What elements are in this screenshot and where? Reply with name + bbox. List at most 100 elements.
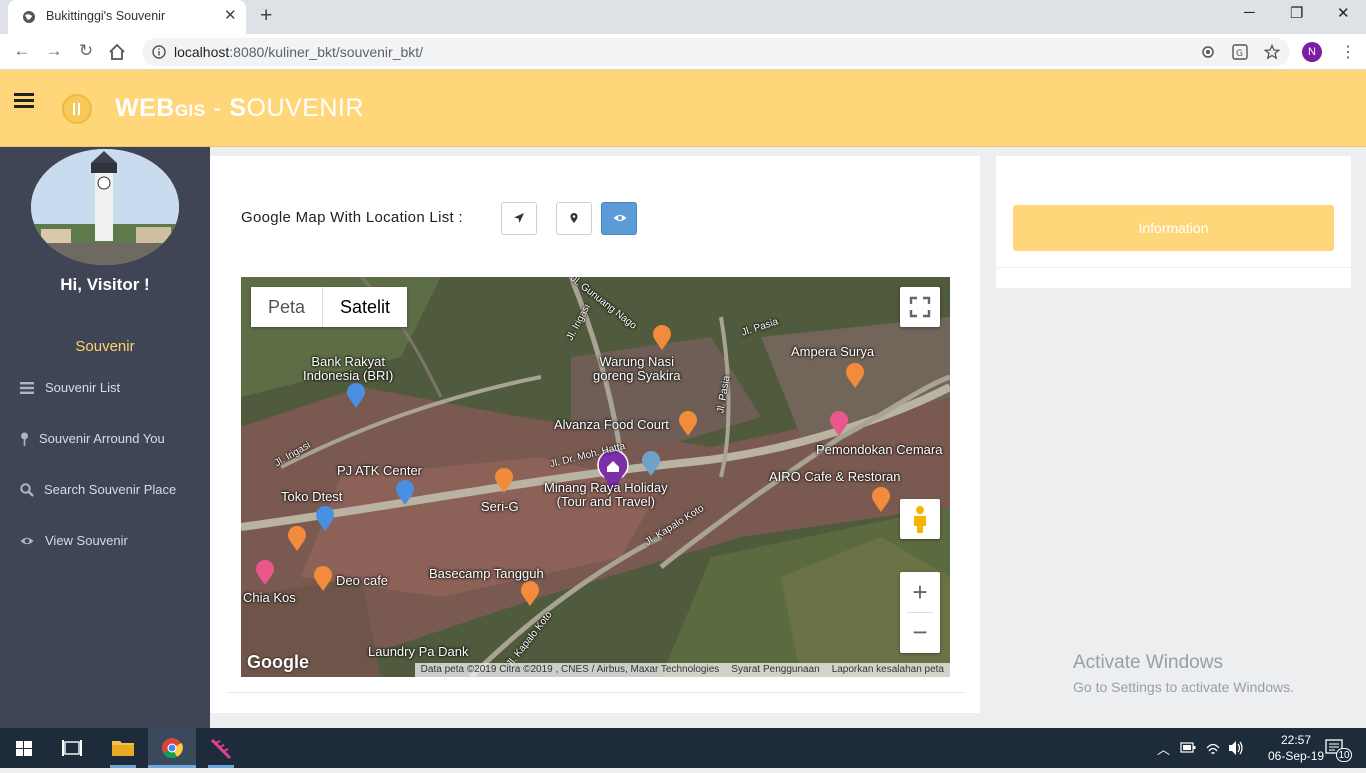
map-label-bri: Bank Rakyat Indonesia (BRI) — [303, 354, 394, 383]
map-label-deo: Deo cafe — [336, 573, 389, 588]
chrome-taskbar-item[interactable] — [148, 728, 196, 768]
map-type-control: Peta Satelit — [251, 287, 408, 327]
battery-icon[interactable] — [1180, 728, 1196, 768]
list-icon — [20, 382, 34, 394]
sidebar-item-label: Search Souvenir Place — [44, 482, 177, 497]
map-label-pemondokan: Pemondokan Cemara — [816, 442, 943, 457]
report-error-link[interactable]: Laporkan kesalahan peta — [826, 663, 950, 677]
map-type-peta[interactable]: Peta — [251, 287, 322, 327]
map-label-laundry: Laundry Pa Dank — [368, 644, 469, 659]
file-explorer-icon[interactable] — [110, 728, 136, 768]
information-button[interactable]: Information — [1013, 205, 1334, 251]
sidebar: Hi, Visitor ! Souvenir Souvenir List Sou… — [0, 147, 210, 728]
eye-icon — [613, 215, 627, 221]
wifi-icon[interactable] — [1205, 728, 1221, 768]
sidebar-item-souvenir-around[interactable]: Souvenir Arround You — [20, 429, 205, 453]
marker-button[interactable] — [556, 202, 592, 235]
info-icon[interactable] — [152, 45, 166, 59]
sidebar-item-label: Souvenir Arround You — [39, 431, 165, 446]
map-marker-icon — [570, 213, 578, 223]
system-clock[interactable]: 22:57 06-Sep-19 — [1268, 732, 1324, 764]
fullscreen-button[interactable] — [900, 287, 940, 327]
map-card: Google Map With Location List : Peta Sat… — [210, 156, 980, 713]
back-icon[interactable]: ← — [12, 41, 32, 61]
star-icon[interactable] — [1264, 44, 1280, 60]
zoom-out-button[interactable]: − — [900, 613, 940, 653]
pegman-icon — [914, 506, 926, 533]
hamburger-icon[interactable] — [14, 93, 34, 109]
close-tab-icon[interactable]: ✕ — [224, 6, 237, 24]
terms-link[interactable]: Syarat Penggunaan — [725, 663, 825, 677]
task-view-icon[interactable] — [62, 728, 82, 768]
sidebar-item-label: View Souvenir — [45, 533, 128, 548]
map-label-chia: Chia Kos — [243, 590, 296, 605]
restore-icon[interactable]: ❐ — [1290, 4, 1303, 22]
location-arrow-icon — [514, 213, 524, 223]
map-type-satelit[interactable]: Satelit — [322, 287, 407, 327]
zoom-in-button[interactable]: + — [900, 572, 940, 612]
notification-count: 10 — [1336, 748, 1352, 762]
svg-text:G: G — [1236, 49, 1243, 59]
clock-time: 22:57 — [1281, 733, 1312, 747]
close-window-icon[interactable]: ✕ — [1337, 4, 1350, 22]
greeting: Hi, Visitor ! — [60, 275, 150, 294]
street-view-pegman[interactable] — [900, 499, 940, 539]
tray-chevron-icon[interactable]: ︿ — [1157, 739, 1170, 758]
windows-taskbar: ︿ 22:57 06-Sep-19 10 — [0, 728, 1366, 768]
map-data-credit: Data peta ©2019 Citra ©2019 , CNES / Air… — [420, 664, 720, 675]
map-label-ampera: Ampera Surya — [791, 344, 875, 359]
new-tab-icon[interactable]: + — [260, 4, 272, 28]
browser-tab[interactable]: Bukittinggi's Souvenir ✕ — [8, 0, 246, 34]
sidebar-item-search-place[interactable]: Search Souvenir Place — [20, 480, 205, 504]
windows-start-icon[interactable] — [14, 728, 34, 768]
menu-kebab-icon[interactable]: ⋮ — [1340, 42, 1356, 62]
map-label-pjatk: PJ ATK Center — [337, 463, 423, 478]
google-logo: Google — [247, 652, 309, 672]
main-content: Google Map With Location List : Peta Sat… — [210, 147, 1366, 728]
minimize-icon[interactable]: ─ — [1244, 4, 1255, 21]
home-icon[interactable] — [108, 43, 126, 61]
view-button[interactable] — [601, 202, 637, 235]
map-label-toko: Toko Dtest — [281, 489, 343, 504]
tab-title: Bukittinggi's Souvenir — [46, 9, 166, 23]
url-field[interactable]: localhost:8080/kuliner_bkt/souvenir_bkt/… — [142, 38, 1290, 66]
app-feather-icon[interactable] — [206, 728, 236, 768]
reload-icon[interactable]: ↻ — [76, 41, 96, 61]
sidebar-item-souvenir-list[interactable]: Souvenir List — [20, 378, 205, 402]
browser-tab-bar: Bukittinggi's Souvenir ✕ + ─ ❐ ✕ — [0, 0, 1366, 34]
sidebar-section-title: Souvenir — [75, 338, 135, 355]
map-attribution: Data peta ©2019 Citra ©2019 , CNES / Air… — [414, 663, 950, 677]
map-label-alvanza: Alvanza Food Court — [554, 417, 669, 432]
sidebar-item-view-souvenir[interactable]: View Souvenir — [20, 531, 205, 555]
navigate-button[interactable] — [501, 202, 537, 235]
url-path: :8080/kuliner_bkt/souvenir_bkt/ — [229, 44, 424, 60]
map-label-serig: Seri-G — [481, 499, 519, 514]
forward-icon[interactable]: → — [44, 41, 64, 61]
map-label-minang: Minang Raya Holiday (Tour and Travel) — [544, 480, 668, 509]
profile-avatar[interactable]: N — [1302, 42, 1322, 62]
sidebar-item-label: Souvenir List — [45, 380, 121, 395]
clock-date: 06-Sep-19 — [1268, 749, 1325, 763]
translate-icon[interactable]: G — [1232, 44, 1248, 60]
google-map[interactable]: Peta Satelit + − Bank Rakyat Indonesia (… — [241, 277, 950, 677]
logo-icon — [62, 94, 92, 124]
map-heading: Google Map With Location List : — [241, 209, 463, 226]
address-bar-row: ← → ↻ localhost:8080/kuliner_bkt/souveni… — [0, 34, 1366, 70]
eye-icon — [20, 537, 34, 545]
app-header: WEBGIS - SOUVENIR — [0, 70, 1366, 147]
url-host: localhost — [174, 44, 230, 60]
search-icon — [20, 483, 34, 497]
windows-activation-watermark: Activate Windows Go to Settings to activ… — [1073, 652, 1294, 695]
action-center[interactable]: 10 — [1322, 728, 1352, 768]
location-icon[interactable] — [1200, 44, 1216, 60]
map-label-airo: AIRO Cafe & Restoran — [769, 469, 901, 484]
map-pin-icon — [21, 432, 28, 446]
map-label-basecamp: Basecamp Tangguh — [429, 566, 544, 581]
volume-icon[interactable] — [1227, 728, 1245, 768]
card-divider — [228, 692, 964, 693]
app-brand: WEBGIS - SOUVENIR — [115, 94, 364, 122]
fullscreen-icon — [909, 296, 931, 318]
globe-icon — [23, 11, 35, 23]
map-label-warung: Warung Nasi goreng Syakira — [593, 354, 681, 383]
info-divider — [996, 267, 1351, 268]
